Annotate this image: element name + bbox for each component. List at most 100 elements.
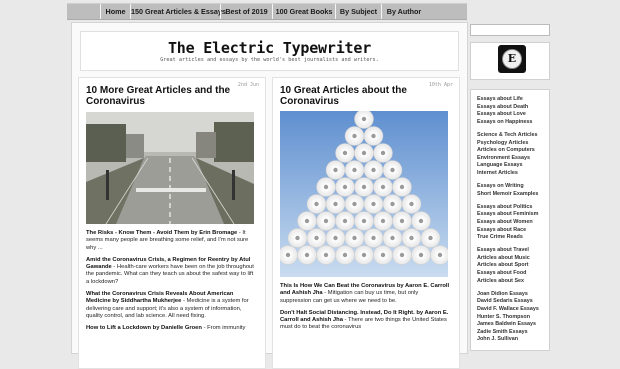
sidebar-link[interactable]: Essays about Travel — [477, 247, 529, 253]
main-nav: Home 150 Great Articles & Essays Best of… — [67, 4, 467, 20]
toilet-roll-core — [342, 150, 348, 156]
sidebar-link[interactable]: Articles about Sex — [477, 278, 524, 284]
post-card: 10th Apr 10 Great Articles about the Cor… — [272, 77, 460, 369]
subject-links: Essays about Life Essays about Death Essay… — [470, 89, 550, 351]
toilet-roll-core — [314, 235, 319, 241]
post-title[interactable]: 10 Great Articles about the Coronavirus — [280, 85, 450, 107]
toilet-roll-core — [323, 252, 329, 258]
toilet-roll-core — [390, 201, 395, 207]
sidebar-link[interactable]: Essays about Death — [477, 104, 528, 110]
nav-home[interactable]: Home — [100, 4, 130, 19]
toilet-roll-core — [333, 201, 338, 207]
toilet-roll-core — [399, 218, 405, 224]
toilet-roll-core — [399, 184, 405, 190]
nav-150-great-articles[interactable]: 150 Great Articles & Essays — [130, 4, 226, 19]
sidebar-link[interactable]: Essays about Life — [477, 96, 523, 102]
sidebar-link[interactable]: Science & Tech Articles — [477, 132, 538, 138]
sidebar-link[interactable]: David Sedaris Essays — [477, 298, 533, 304]
toilet-roll-core — [380, 218, 386, 224]
sidebar-link[interactable]: Psychology Articles — [477, 140, 528, 146]
sidebar-link[interactable]: Articles about Sport — [477, 262, 529, 268]
toilet-roll-core — [390, 167, 395, 173]
sidebar-link[interactable]: Internet Articles — [477, 170, 518, 176]
post-card: 2nd Jun 10 More Great Articles and the C… — [78, 77, 266, 369]
toilet-roll-core — [342, 184, 348, 190]
toilet-roll-core — [380, 184, 386, 190]
sidebar-link[interactable]: Zadie Smith Essays — [477, 329, 528, 335]
sidebar-link[interactable]: Essays about Women — [477, 219, 533, 225]
toilet-roll-core — [361, 218, 367, 224]
toilet-roll-core — [352, 167, 357, 173]
toilet-roll-core — [361, 116, 367, 122]
toilet-roll-core — [361, 184, 367, 190]
toilet-roll-core — [409, 235, 414, 241]
sidebar-link[interactable]: Short Memoir Examples — [477, 191, 538, 197]
empty-street-image[interactable] — [86, 112, 254, 224]
sidebar-link[interactable]: Language Essays — [477, 162, 523, 168]
sidebar-link[interactable]: Essays about Food — [477, 270, 526, 276]
sidebar-link[interactable]: Essays about Politics — [477, 204, 532, 210]
toilet-roll-core — [418, 218, 424, 224]
toilet-roll-core — [333, 167, 338, 173]
nav-best-of-2019[interactable]: Best of 2019 — [220, 4, 272, 19]
toilet-roll-core — [304, 218, 310, 224]
sidebar-link[interactable]: James Baldwin Essays — [477, 321, 536, 327]
logo-box: E — [470, 42, 550, 80]
entry-title-link[interactable]: The Risks - Know Them - Avoid Them by Er… — [86, 230, 237, 236]
toilet-roll-core — [342, 218, 348, 224]
toilet-roll-core — [371, 235, 376, 241]
toilet-roll-core — [380, 252, 386, 258]
toilet-roll-core — [380, 150, 386, 156]
post-title[interactable]: 10 More Great Articles and the Coronavir… — [86, 85, 256, 107]
sidebar-link[interactable]: True Crime Reads — [477, 234, 523, 240]
sidebar-link[interactable]: Essays on Happiness — [477, 119, 532, 125]
toilet-roll-core — [361, 150, 367, 156]
nav-100-great-books[interactable]: 100 Great Books — [272, 4, 335, 19]
toilet-roll-core — [437, 252, 443, 258]
nav-by-subject[interactable]: By Subject — [335, 4, 381, 19]
site-title[interactable]: The Electric Typewriter — [81, 39, 458, 57]
sidebar-link[interactable]: Essays about Feminism — [477, 211, 538, 217]
sidebar-link[interactable]: Articles about Music — [477, 255, 530, 261]
toilet-roll-core — [342, 252, 348, 258]
toilet-roll-core — [323, 184, 329, 190]
logo-letter: E — [502, 49, 522, 69]
entry-text: - Health-care workers have been on the j… — [86, 264, 254, 285]
sidebar-link[interactable]: Essays about Race — [477, 227, 526, 233]
entry-title-link[interactable]: How to Lift a Lockdown by Danielle Groen — [86, 325, 202, 331]
search-input[interactable] — [470, 24, 550, 36]
toilet-roll-core — [352, 235, 357, 241]
toilet-roll-core — [285, 252, 291, 258]
site-header: The Electric Typewriter Great articles a… — [80, 31, 459, 71]
toilet-roll-core — [399, 252, 405, 258]
toilet-roll-core — [418, 252, 424, 258]
toilet-roll-core — [352, 133, 357, 139]
toilet-roll-core — [428, 235, 433, 241]
toilet-roll-core — [352, 201, 357, 207]
sidebar-link[interactable]: Environment Essays — [477, 155, 530, 161]
sidebar-link[interactable]: Hunter S. Thompson — [477, 314, 530, 320]
site-tagline: Great articles and essays by the world's… — [160, 57, 379, 63]
sidebar-link[interactable]: Joan Didion Essays — [477, 291, 528, 297]
toilet-roll-core — [390, 235, 395, 241]
toilet-roll-core — [314, 201, 319, 207]
sidebar-link[interactable]: Articles on Computers — [477, 147, 535, 153]
toilet-roll-core — [304, 252, 310, 258]
post-excerpt: The Risks - Know Them - Avoid Them by Er… — [86, 230, 256, 338]
sidebar-link[interactable]: Essays on Writing — [477, 183, 524, 189]
toilet-roll-core — [371, 167, 376, 173]
toilet-roll-core — [323, 218, 329, 224]
sidebar-link[interactable]: John J. Sullivan — [477, 336, 518, 342]
typewriter-key-logo[interactable]: E — [498, 45, 526, 73]
entry-text: - From immunity — [201, 325, 246, 332]
toilet-roll-core — [295, 235, 300, 241]
toilet-roll-core — [333, 235, 338, 241]
nav-by-author[interactable]: By Author — [381, 4, 426, 19]
post-excerpt: This Is How We Can Beat the Coronavirus … — [280, 283, 450, 337]
toilet-paper-pyramid-image[interactable] — [280, 111, 448, 277]
sidebar-link[interactable]: Essays about Love — [477, 111, 526, 117]
sidebar-link[interactable]: David F. Wallace Essays — [477, 306, 539, 312]
toilet-roll-core — [361, 252, 367, 258]
main-content: The Electric Typewriter Great articles a… — [71, 22, 468, 369]
toilet-roll-core — [371, 201, 376, 207]
